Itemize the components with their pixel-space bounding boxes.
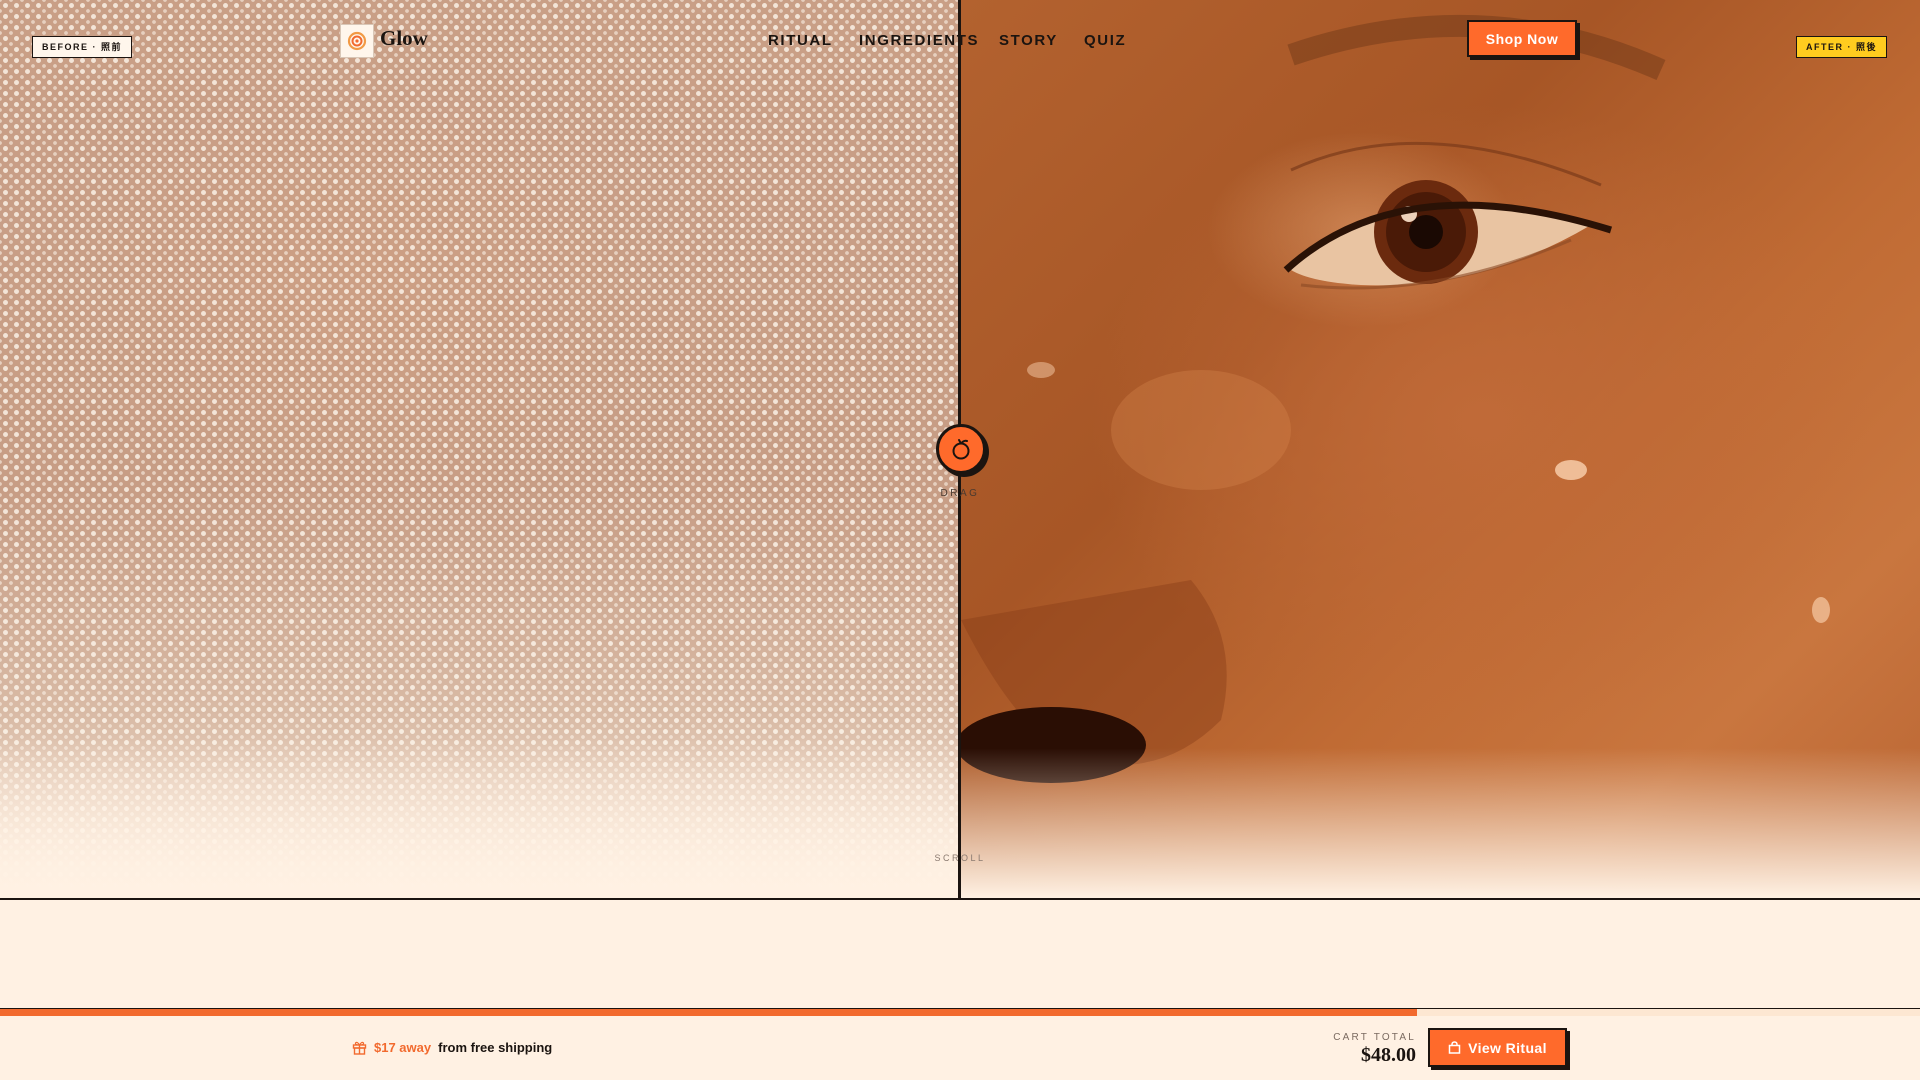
nav-link-quiz[interactable]: QUIZ: [1084, 32, 1126, 49]
orange-fruit-icon: [952, 439, 970, 460]
before-after-hero[interactable]: DRAG SCROLL BEFORE · 照前 AFTER · 照後: [0, 0, 1920, 900]
brand-name[interactable]: Glow: [380, 26, 428, 51]
nav-link-story[interactable]: STORY: [999, 32, 1058, 49]
cart-total-value: $48.00: [1361, 1044, 1416, 1066]
view-ritual-button[interactable]: View Ritual: [1428, 1028, 1567, 1067]
view-ritual-label: View Ritual: [1468, 1039, 1547, 1056]
free-shipping-progress: [0, 1009, 1920, 1016]
shipping-message-text: from free shipping: [438, 1040, 553, 1055]
free-shipping-message: $17 away from free shipping: [352, 1040, 552, 1055]
sun-spiral-icon: [347, 31, 367, 51]
comparison-drag-handle[interactable]: [936, 424, 986, 474]
before-fade: [0, 738, 959, 898]
brand-logo[interactable]: [340, 24, 374, 58]
free-shipping-progress-fill: [0, 1009, 1417, 1016]
shipping-amount-away: $17 away: [374, 1040, 432, 1055]
cart-total-label: CART TOTAL: [1333, 1032, 1416, 1043]
nav-link-ritual[interactable]: RITUAL: [768, 32, 833, 49]
scroll-hint-label: SCROLL: [934, 853, 986, 863]
gift-icon: [352, 1041, 367, 1055]
bag-icon: [1448, 1041, 1461, 1054]
after-fade: [961, 748, 1920, 898]
shop-now-button[interactable]: Shop Now: [1467, 20, 1577, 57]
top-navigation: Glow RITUAL INGREDIENTS STORY QUIZ Shop …: [0, 0, 1920, 80]
drag-hint-label: DRAG: [940, 488, 980, 499]
nav-link-ingredients[interactable]: INGREDIENTS: [859, 32, 979, 49]
